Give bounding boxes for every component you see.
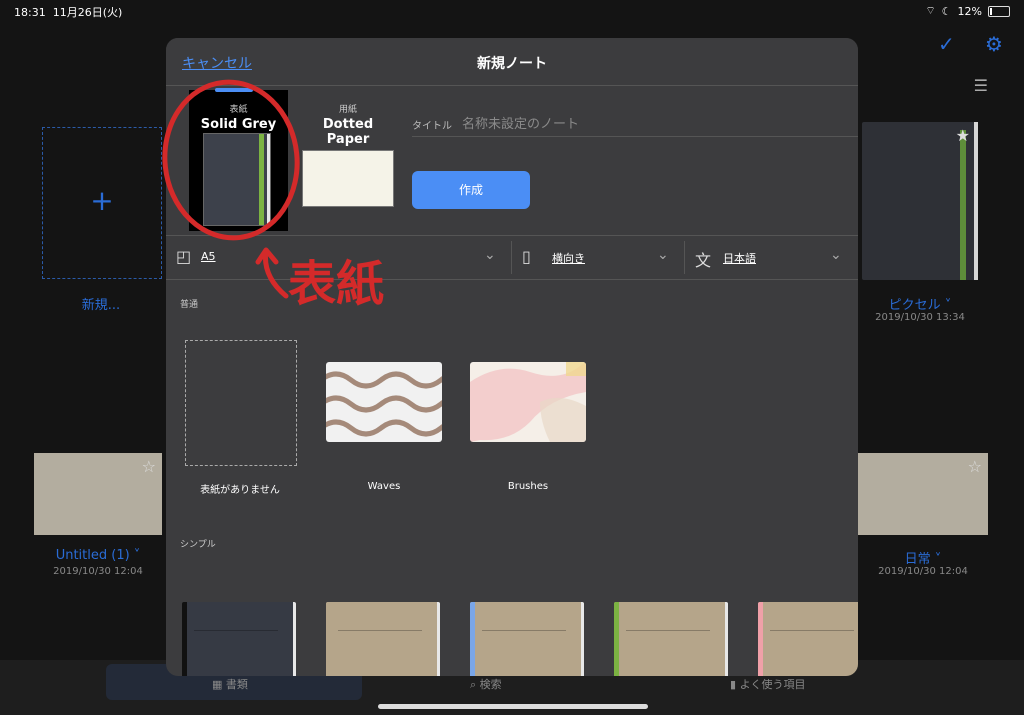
- new-note-card[interactable]: +: [42, 127, 162, 279]
- cover-option-label: Waves: [367, 481, 401, 492]
- page-size-icon: ◰: [176, 247, 192, 266]
- cover-option-waves[interactable]: [326, 362, 442, 442]
- notebook-untitled[interactable]: ☆: [34, 453, 162, 535]
- cover-caption: 表紙: [229, 105, 248, 115]
- cover-selected-indicator: [215, 88, 253, 92]
- modal-title: 新規ノート: [477, 56, 547, 72]
- section-normal: 普通: [180, 300, 199, 310]
- language-value: 日本語: [723, 252, 756, 265]
- chevron-down-icon: ⌄: [484, 247, 496, 263]
- battery-icon: [988, 5, 1010, 17]
- simple-cover-option[interactable]: [758, 602, 858, 676]
- notebook-date: 2019/10/30 12:04: [53, 566, 143, 577]
- new-note-label[interactable]: 新規...: [42, 294, 160, 313]
- tab-favorites[interactable]: ▮ よく使う項目: [730, 676, 806, 692]
- paper-caption: 用紙: [338, 105, 357, 115]
- list-icon[interactable]: ☰: [974, 76, 988, 95]
- select-icon[interactable]: ✓: [938, 32, 955, 56]
- wifi-icon: ⌔: [925, 4, 936, 17]
- status-right: ⌔ ☾ 12%: [925, 4, 1010, 18]
- chevron-down-icon: ⌄: [657, 247, 669, 263]
- search-icon: ⌕: [470, 678, 477, 691]
- orientation-value: 横向き: [552, 252, 585, 265]
- notebook-name[interactable]: Untitled (1) ˅: [34, 548, 162, 563]
- notebook-date: 2019/10/30 12:04: [878, 566, 968, 577]
- bookmark-icon: ▮: [730, 678, 737, 691]
- orientation-select[interactable]: ▯ 横向き ⌄: [512, 236, 684, 279]
- moon-icon: ☾: [941, 4, 952, 18]
- status-bar: 18:31 11月26日(火) ⌔ ☾ 12%: [0, 0, 1024, 20]
- tab-documents[interactable]: ▦ 書類: [212, 676, 248, 692]
- cover-option-none[interactable]: [185, 340, 297, 466]
- paper-name: Dotted Paper: [322, 117, 374, 147]
- options-row: ◰ A5 ⌄ ▯ 横向き ⌄ 文 日本語 ⌄: [166, 235, 858, 280]
- grid-icon: ▦: [212, 678, 223, 691]
- title-row: タイトル: [412, 112, 858, 137]
- size-value: A5: [201, 250, 216, 263]
- cover-option-label: Brushes: [507, 481, 549, 492]
- paper-preview[interactable]: [302, 150, 394, 207]
- create-button[interactable]: 作成: [412, 171, 530, 209]
- size-select[interactable]: ◰ A5 ⌄: [166, 236, 511, 279]
- plus-icon: +: [90, 184, 114, 217]
- gear-icon[interactable]: ⚙: [985, 32, 1003, 56]
- cover-preview[interactable]: [203, 133, 271, 226]
- cover-name: Solid Grey: [200, 117, 277, 132]
- new-note-modal: キャンセル 新規ノート 表紙 Solid Grey 用紙 Dotted Pape…: [166, 38, 858, 676]
- title-input[interactable]: [460, 112, 844, 136]
- status-time: 18:31 11月26日(火): [14, 6, 123, 19]
- notebook-pixel[interactable]: ★: [862, 122, 978, 280]
- simple-cover-option[interactable]: [326, 602, 440, 676]
- simple-cover-option[interactable]: [470, 602, 584, 676]
- notebook-name[interactable]: ピクセル ˅: [862, 294, 978, 313]
- chevron-down-icon: ⌄: [830, 247, 842, 263]
- language-select[interactable]: 文 日本語 ⌄: [685, 236, 858, 279]
- cover-option-brushes[interactable]: [470, 362, 586, 442]
- modal-header: キャンセル 新規ノート: [166, 38, 858, 86]
- cover-option-label: 表紙がありません: [200, 485, 280, 496]
- notebook-daily[interactable]: ☆: [858, 453, 988, 535]
- star-icon[interactable]: ★: [956, 126, 970, 145]
- notebook-name[interactable]: 日常 ˅: [858, 548, 988, 567]
- translate-icon: 文: [695, 251, 712, 270]
- tab-search[interactable]: ⌕ 検索: [470, 676, 502, 692]
- section-simple: シンプル: [180, 540, 216, 550]
- orientation-icon: ▯: [522, 247, 531, 266]
- home-indicator: [378, 704, 648, 709]
- star-icon[interactable]: ☆: [142, 457, 156, 476]
- simple-cover-option[interactable]: [614, 602, 728, 676]
- notebook-date: 2019/10/30 13:34: [875, 312, 965, 323]
- battery-percent: 12%: [957, 4, 982, 18]
- star-icon[interactable]: ☆: [968, 457, 982, 476]
- simple-cover-option[interactable]: [182, 602, 296, 676]
- title-label: タイトル: [412, 121, 452, 132]
